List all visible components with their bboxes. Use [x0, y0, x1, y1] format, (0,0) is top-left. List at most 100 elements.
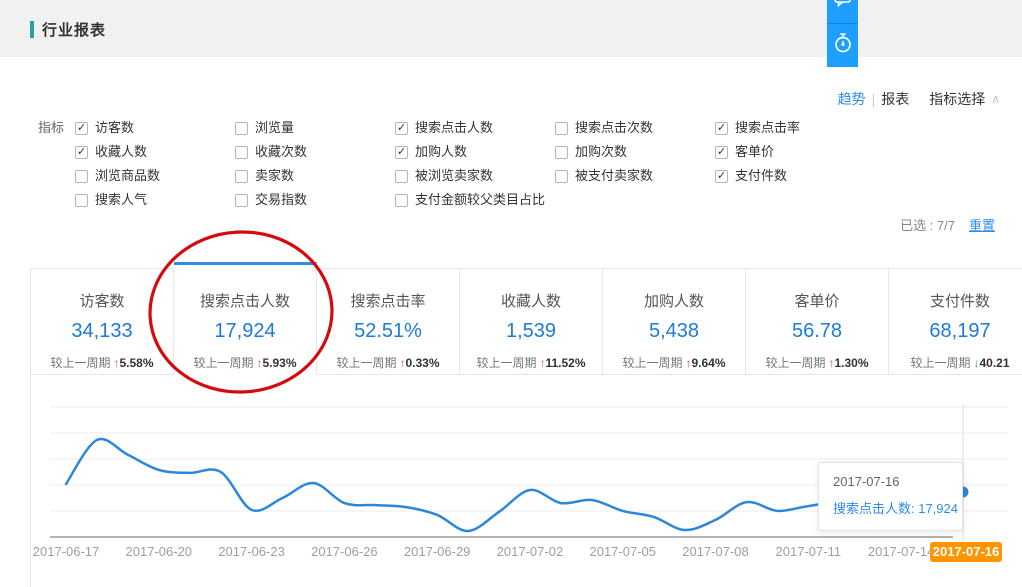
change-value: 40.21 — [979, 356, 1009, 370]
checkbox-checked[interactable]: ✓ — [715, 122, 728, 135]
metric-card-value: 17,924 — [174, 320, 316, 343]
metric-card-title: 支付件数 — [889, 290, 1022, 311]
metric-card-value: 1,539 — [460, 320, 602, 343]
stopwatch-icon — [832, 32, 854, 59]
checkbox-unchecked[interactable]: ✓ — [235, 194, 248, 207]
check-icon: ✓ — [717, 147, 726, 158]
tooltip-value: 搜索点击人数: 17,924 — [833, 498, 948, 517]
metric-checkbox-label: 搜索点击率 — [735, 116, 800, 140]
metric-checkbox-item[interactable]: ✓访客数 — [75, 116, 235, 140]
checkbox-unchecked[interactable]: ✓ — [235, 122, 248, 135]
metric-card-tab[interactable]: 加购人数5,438较上一周期↑9.64% — [603, 268, 746, 375]
checkbox-unchecked[interactable]: ✓ — [235, 146, 248, 159]
metric-checkbox-item[interactable]: ✓ 支付金额较父类目占比 — [395, 188, 555, 212]
checkbox-checked[interactable]: ✓ — [75, 146, 88, 159]
tab-report[interactable]: 报表 — [881, 89, 909, 109]
change-value: 5.58% — [119, 356, 153, 370]
metric-checkbox-label: 浏览量 — [255, 116, 294, 140]
checkbox-checked[interactable]: ✓ — [395, 122, 408, 135]
change-value: 11.52% — [545, 356, 585, 370]
metric-card-value: 34,133 — [31, 320, 173, 343]
metric-checkbox-item[interactable]: ✓加购人数 — [395, 140, 555, 164]
check-icon: ✓ — [717, 123, 726, 134]
metric-checkbox-item[interactable]: ✓ 收藏次数 — [235, 140, 395, 164]
metric-card-tab[interactable]: 收藏人数1,539较上一周期↑11.52% — [460, 268, 603, 375]
metric-checkbox-item[interactable]: ✓ 浏览量 — [235, 116, 395, 140]
metric-card-change: 较上一周期↑5.58% — [31, 354, 173, 371]
metric-checkbox-panel: 指标 ✓访客数✓收藏人数✓浏览商品数✓搜索人气✓浏览量✓收藏次数✓卖家数✓交易指… — [38, 116, 875, 212]
chart-tooltip: 2017-07-16 搜索点击人数: 17,924 — [818, 462, 963, 531]
metric-checkbox-item[interactable]: ✓被支付卖家数 — [555, 164, 715, 188]
metric-checkbox-item[interactable]: ✓ 加购次数 — [555, 140, 715, 164]
compare-label: 较上一周期 — [765, 356, 825, 370]
view-switcher-separator: | — [872, 91, 876, 107]
metric-checkbox-label: 搜索点击人数 — [415, 116, 493, 140]
checkbox-unchecked[interactable]: ✓ — [555, 122, 568, 135]
metric-column: ✓搜索点击人数✓加购人数✓被浏览卖家数✓支付金额较父类目占比 — [395, 116, 555, 212]
metric-card-change: 较上一周期↑5.93% — [174, 354, 316, 371]
checkbox-unchecked[interactable]: ✓ — [555, 146, 568, 159]
metric-checkbox-item[interactable]: ✓支付件数 — [715, 164, 875, 188]
floating-toolbar — [827, 0, 858, 67]
feedback-button[interactable] — [827, 0, 858, 23]
checkbox-unchecked[interactable]: ✓ — [75, 194, 88, 207]
metric-columns: ✓访客数✓收藏人数✓浏览商品数✓搜索人气✓浏览量✓收藏次数✓卖家数✓交易指数✓搜… — [75, 116, 875, 212]
checkbox-unchecked[interactable]: ✓ — [75, 170, 88, 183]
tab-trend[interactable]: 趋势 — [838, 89, 866, 109]
page-title: 行业报表 — [42, 19, 106, 40]
metric-checkbox-label: 加购次数 — [575, 140, 627, 164]
compare-label: 较上一周期 — [193, 356, 253, 370]
metric-card-tab[interactable]: 搜索点击人数17,924较上一周期↑5.93% — [174, 262, 317, 375]
industry-report-screen: 行业报表 趋势 — [0, 0, 1022, 587]
metric-card-tab[interactable]: 访客数34,133较上一周期↑5.58% — [31, 268, 174, 375]
metric-checkbox-label: 支付金额较父类目占比 — [415, 188, 545, 212]
metric-checkbox-label: 收藏次数 — [255, 140, 307, 164]
metric-card-title: 客单价 — [746, 290, 888, 311]
checkbox-checked[interactable]: ✓ — [715, 170, 728, 183]
checkbox-unchecked[interactable]: ✓ — [555, 170, 568, 183]
metric-card-value: 68,197 — [889, 320, 1022, 343]
metric-select-toggle[interactable]: 指标选择 — [929, 89, 985, 109]
reset-button[interactable]: 重置 — [969, 215, 995, 234]
metric-checkbox-item[interactable]: ✓ 搜索点击人数 — [395, 116, 555, 140]
metric-card-tab[interactable]: 支付件数68,197较上一周期↓40.21 — [889, 268, 1022, 375]
metric-column: ✓ 搜索点击率 ✓ 客单价✓支付件数 — [715, 116, 875, 212]
checkbox-unchecked[interactable]: ✓ — [235, 170, 248, 183]
compare-label: 较上一周期 — [910, 356, 970, 370]
metric-card-change: 较上一周期↑11.52% — [460, 354, 602, 371]
metric-checkbox-label: 交易指数 — [255, 188, 307, 212]
metric-card-value: 5,438 — [603, 320, 745, 343]
check-icon: ✓ — [77, 147, 86, 158]
change-value: 0.33% — [405, 356, 439, 370]
metrics-label: 指标 — [38, 116, 68, 140]
checkbox-checked[interactable]: ✓ — [75, 122, 88, 135]
metric-checkbox-item[interactable]: ✓收藏人数 — [75, 140, 235, 164]
timer-button[interactable] — [827, 23, 858, 67]
checkbox-checked[interactable]: ✓ — [395, 146, 408, 159]
metric-cards-row: 访客数34,133较上一周期↑5.58%搜索点击人数17,924较上一周期↑5.… — [30, 268, 1022, 375]
checkbox-unchecked[interactable]: ✓ — [395, 194, 408, 207]
metric-checkbox-label: 搜索点击次数 — [575, 116, 653, 140]
metric-checkbox-item[interactable]: ✓ 搜索点击次数 — [555, 116, 715, 140]
metric-checkbox-item[interactable]: ✓ 交易指数 — [235, 188, 395, 212]
checkbox-checked[interactable]: ✓ — [715, 146, 728, 159]
metric-checkbox-label: 搜索人气 — [95, 188, 147, 212]
metric-checkbox-item[interactable]: ✓ 卖家数 — [235, 164, 395, 188]
checkbox-unchecked[interactable]: ✓ — [395, 170, 408, 183]
metric-card-tab[interactable]: 搜索点击率52.51%较上一周期↑0.33% — [317, 268, 460, 375]
metric-card-tab[interactable]: 客单价56.78较上一周期↑1.30% — [746, 268, 889, 375]
chat-bubble-icon — [833, 0, 852, 13]
change-value: 5.93% — [262, 356, 296, 370]
metric-checkbox-item[interactable]: ✓被浏览卖家数 — [395, 164, 555, 188]
metric-checkbox-item[interactable]: ✓ 搜索人气 — [75, 188, 235, 212]
view-switcher: 趋势 | 报表 指标选择 ∧ — [838, 89, 1000, 109]
metric-checkbox-label: 客单价 — [735, 140, 774, 164]
metric-checkbox-item[interactable]: ✓ 搜索点击率 — [715, 116, 875, 140]
compare-label: 较上一周期 — [622, 356, 682, 370]
metric-checkbox-item[interactable]: ✓浏览商品数 — [75, 164, 235, 188]
metric-checkbox-item[interactable]: ✓ 客单价 — [715, 140, 875, 164]
change-value: 9.64% — [691, 356, 725, 370]
metric-checkbox-label: 卖家数 — [255, 164, 294, 188]
metric-card-change: 较上一周期↑1.30% — [746, 354, 888, 371]
chevron-up-icon[interactable]: ∧ — [991, 92, 1000, 106]
